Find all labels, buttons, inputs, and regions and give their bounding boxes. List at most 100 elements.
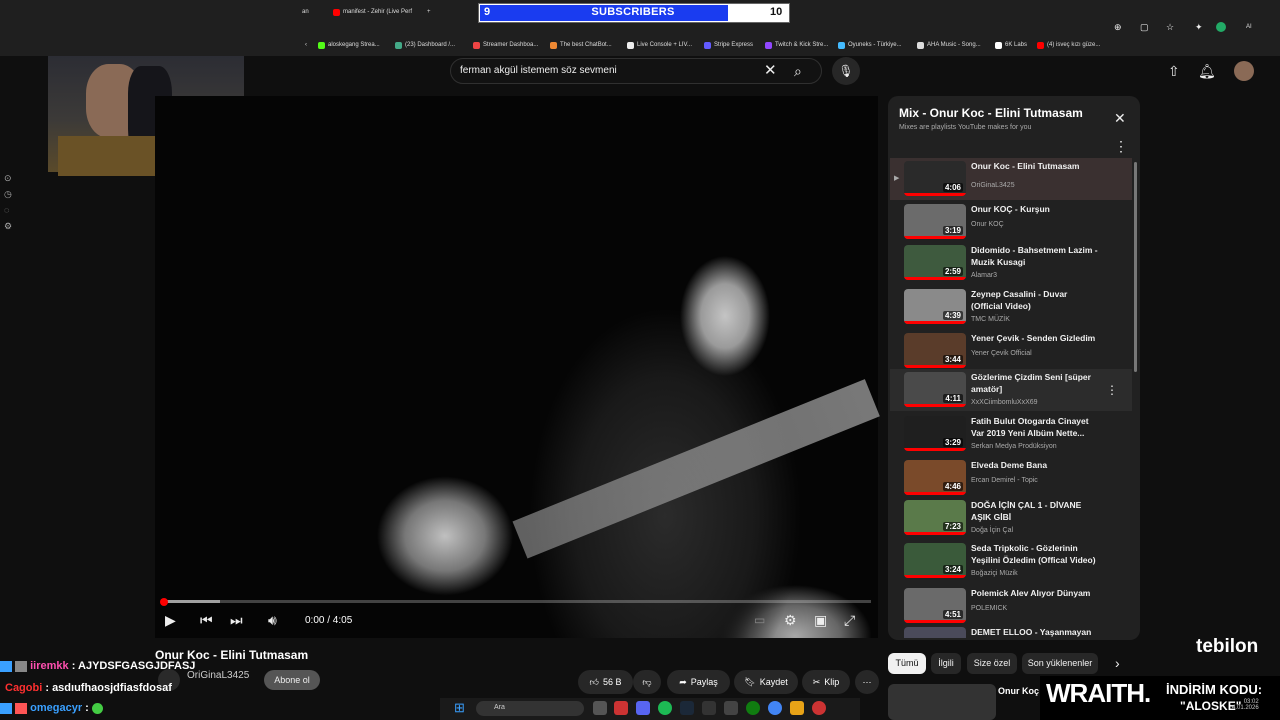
chip-all[interactable]: Tümü xyxy=(888,653,926,674)
playlist-item-title: Onur KOÇ - Kurşun xyxy=(971,204,1050,214)
watched-bar xyxy=(904,620,966,623)
bookmark-7[interactable]: Twitch & Kick Stre... xyxy=(765,40,828,50)
playlist-item[interactable]: 3:29 Fatih Bulut Otogarda Cinayet Var 201… xyxy=(890,413,1132,455)
playlist-item-channel: XxXCiimbomluXxX69 xyxy=(971,399,1038,406)
next-video-thumbnail[interactable] xyxy=(888,684,996,720)
scissors-icon: ✂ xyxy=(812,676,821,687)
playlist-item-channel: Serkan Medya Prodüksiyon xyxy=(971,443,1057,450)
clear-search-icon[interactable]: ✕ xyxy=(764,61,777,81)
playlist-item[interactable]: 4:11 Gözlerime Çizdim Seni [süper amatör]… xyxy=(890,369,1132,411)
chrome-icon[interactable] xyxy=(768,701,782,715)
fullscreen-icon[interactable]: ⤢ xyxy=(844,610,855,630)
bookmarks-chevron-icon[interactable]: ‹ xyxy=(305,40,307,50)
save-button[interactable]: 🔖︎ Kaydet xyxy=(734,670,798,694)
profile-icon[interactable] xyxy=(1216,22,1226,32)
play-icon[interactable]: ▶ xyxy=(165,610,176,630)
taskview-icon[interactable] xyxy=(593,701,607,715)
tab-manifest[interactable]: manifest - Zehir (Live Perf xyxy=(333,5,412,19)
app-icon[interactable] xyxy=(724,701,738,715)
captions-icon[interactable]: ▭ xyxy=(754,610,765,630)
folder-icon[interactable] xyxy=(790,701,804,715)
dashboard-icon xyxy=(473,41,480,49)
bookmark-4[interactable]: The best ChatBot... xyxy=(550,40,612,50)
voice-search-button[interactable]: 🎙 xyxy=(832,57,860,85)
miniplayer-icon[interactable]: ▣ xyxy=(814,610,827,630)
next-icon[interactable]: ⏭ xyxy=(230,610,243,630)
playlist-item[interactable]: ▶ 4:06 Onur Koc - Elini Tutmasam OriGinaL34… xyxy=(890,158,1132,200)
duration-badge: 4:46 xyxy=(942,482,963,491)
progress-track[interactable] xyxy=(163,600,871,603)
epic-icon[interactable] xyxy=(702,701,716,715)
playlist-scrollbar[interactable] xyxy=(1134,162,1137,372)
bookmark-5[interactable]: Live Console + LIV... xyxy=(627,40,692,50)
search-input[interactable]: ferman akgül istemem söz sevmeni xyxy=(460,65,617,76)
item-menu-icon[interactable]: ⋮ xyxy=(1106,380,1118,400)
sidebar-settings-icon[interactable]: ⚙ xyxy=(4,216,12,236)
store-icon xyxy=(838,41,845,49)
notifications-icon[interactable]: 🔔︎ xyxy=(1198,61,1216,81)
zoom-icon[interactable]: ⊕ xyxy=(1114,17,1122,37)
playlist-item-channel: Doğa İçin Çal xyxy=(971,527,1014,534)
xbox-icon[interactable] xyxy=(746,701,760,715)
like-button[interactable]: 👍︎ 56 B xyxy=(578,670,633,694)
search-icon[interactable]: ⌕ xyxy=(794,61,802,81)
bookmark-9[interactable]: AHA Music - Song... xyxy=(917,40,981,50)
playlist-item[interactable]: 4:51 Polemick Alev Alıyor Dünyam POLEMICK xyxy=(890,585,1132,627)
playlist-item[interactable]: 3:44 Yener Çevik - Senden Gizledim Yener Ç… xyxy=(890,330,1132,372)
bookmark-1[interactable]: aloskegang Strea... xyxy=(318,40,380,50)
windows-start-icon[interactable]: ⊞ xyxy=(454,698,465,718)
playlist-item[interactable]: 2:59 Didomido - Bahsetmem Lazim - Muzik K… xyxy=(890,242,1132,284)
opera-gx-icon[interactable] xyxy=(812,701,826,715)
clip-button[interactable]: ✂ Klip xyxy=(802,670,850,694)
playlist-item[interactable]: 3:24 Seda Tripkolic - Gözlerinin Yeşilini… xyxy=(890,540,1132,582)
playlist-thumbnail: 4:51 xyxy=(904,588,966,623)
extension-icon[interactable]: ▢ xyxy=(1140,17,1149,37)
avatar[interactable] xyxy=(1234,61,1254,81)
opera-icon[interactable] xyxy=(614,701,628,715)
more-actions-button[interactable]: ⋯ xyxy=(855,670,879,694)
playlist-item[interactable]: 4:46 Elveda Deme Bana Ercan Demirel - Topi… xyxy=(890,457,1132,499)
chips-next-icon[interactable]: › xyxy=(1115,653,1120,673)
volume-icon[interactable]: 🔊︎ xyxy=(268,610,277,630)
taskbar-search[interactable]: Ara xyxy=(476,701,584,716)
watched-bar xyxy=(904,404,966,407)
dislike-button[interactable]: 👎︎ xyxy=(633,670,661,694)
discord-icon[interactable] xyxy=(636,701,650,715)
chip-related[interactable]: İlgili xyxy=(931,653,961,674)
playlist-menu-icon[interactable]: ⋮ xyxy=(1114,136,1128,156)
badge-icon xyxy=(0,660,12,672)
playlist-item[interactable]: 4:39 Zeynep Casalini - Duvar (Official Vi… xyxy=(890,286,1132,328)
duration-badge: 7:23 xyxy=(942,522,963,531)
video-frame xyxy=(155,96,878,638)
upload-icon[interactable]: ⇧ xyxy=(1168,61,1180,81)
bookmark-8[interactable]: Oyuneks - Türkiye... xyxy=(838,40,902,50)
ai-button[interactable]: AI xyxy=(1246,24,1252,30)
channel-name[interactable]: OriGinaL3425 xyxy=(187,670,249,681)
share-button[interactable]: ➦ Paylaş xyxy=(667,670,730,694)
bookmark-3[interactable]: Streamer Dashboa... xyxy=(473,40,538,50)
promo-label: İNDİRİM KODU: xyxy=(1166,682,1263,697)
close-playlist-icon[interactable]: ✕ xyxy=(1114,108,1126,128)
settings-icon[interactable]: ⚙ xyxy=(784,610,797,630)
previous-icon[interactable]: ⏮ xyxy=(200,610,213,630)
badge-icon xyxy=(15,702,28,714)
subscribe-button[interactable]: Abone ol xyxy=(264,670,320,690)
playlist-item[interactable]: 7:23 DOĞA İÇİN ÇAL 1 - DİVANE AŞIK GİBİ Do… xyxy=(890,497,1132,539)
spotify-icon[interactable] xyxy=(658,701,672,715)
new-tab-button[interactable]: + xyxy=(427,5,431,19)
progress-scrubber[interactable] xyxy=(160,598,168,606)
bookmark-11[interactable]: (4) isveç kızı güze... xyxy=(1037,40,1100,50)
clip-label: Klip xyxy=(824,677,840,687)
chip-recently-uploaded[interactable]: Son yüklenenler xyxy=(1022,653,1098,674)
playlist-item[interactable]: DEMET ELLOO - Yaşanmayan xyxy=(890,624,1132,638)
bookmark-6[interactable]: Stripe Express xyxy=(704,40,753,50)
bookmark-10[interactable]: 6K Labs xyxy=(995,40,1027,50)
bookmark-2[interactable]: (23) Dashboard /... xyxy=(395,40,455,50)
playlist-item[interactable]: 3:19 Onur KOÇ - Kurşun Onur KOÇ xyxy=(890,201,1132,243)
steam-icon[interactable] xyxy=(680,701,694,715)
puzzle-icon[interactable]: ✦ xyxy=(1195,17,1203,37)
tab-1[interactable]: an xyxy=(302,5,309,19)
watched-bar xyxy=(904,532,966,535)
chip-for-you[interactable]: Size özel xyxy=(967,653,1017,674)
bookmark-star-icon[interactable]: ☆ xyxy=(1166,17,1174,37)
